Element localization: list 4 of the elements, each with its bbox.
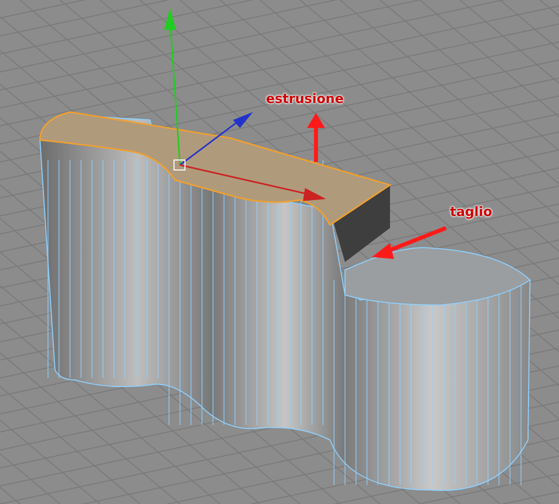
- annotation-label: estrusione: [266, 92, 344, 107]
- arrow-icon: [307, 113, 325, 162]
- arrow-icon: [372, 226, 447, 259]
- annotation-label: taglio: [450, 205, 492, 220]
